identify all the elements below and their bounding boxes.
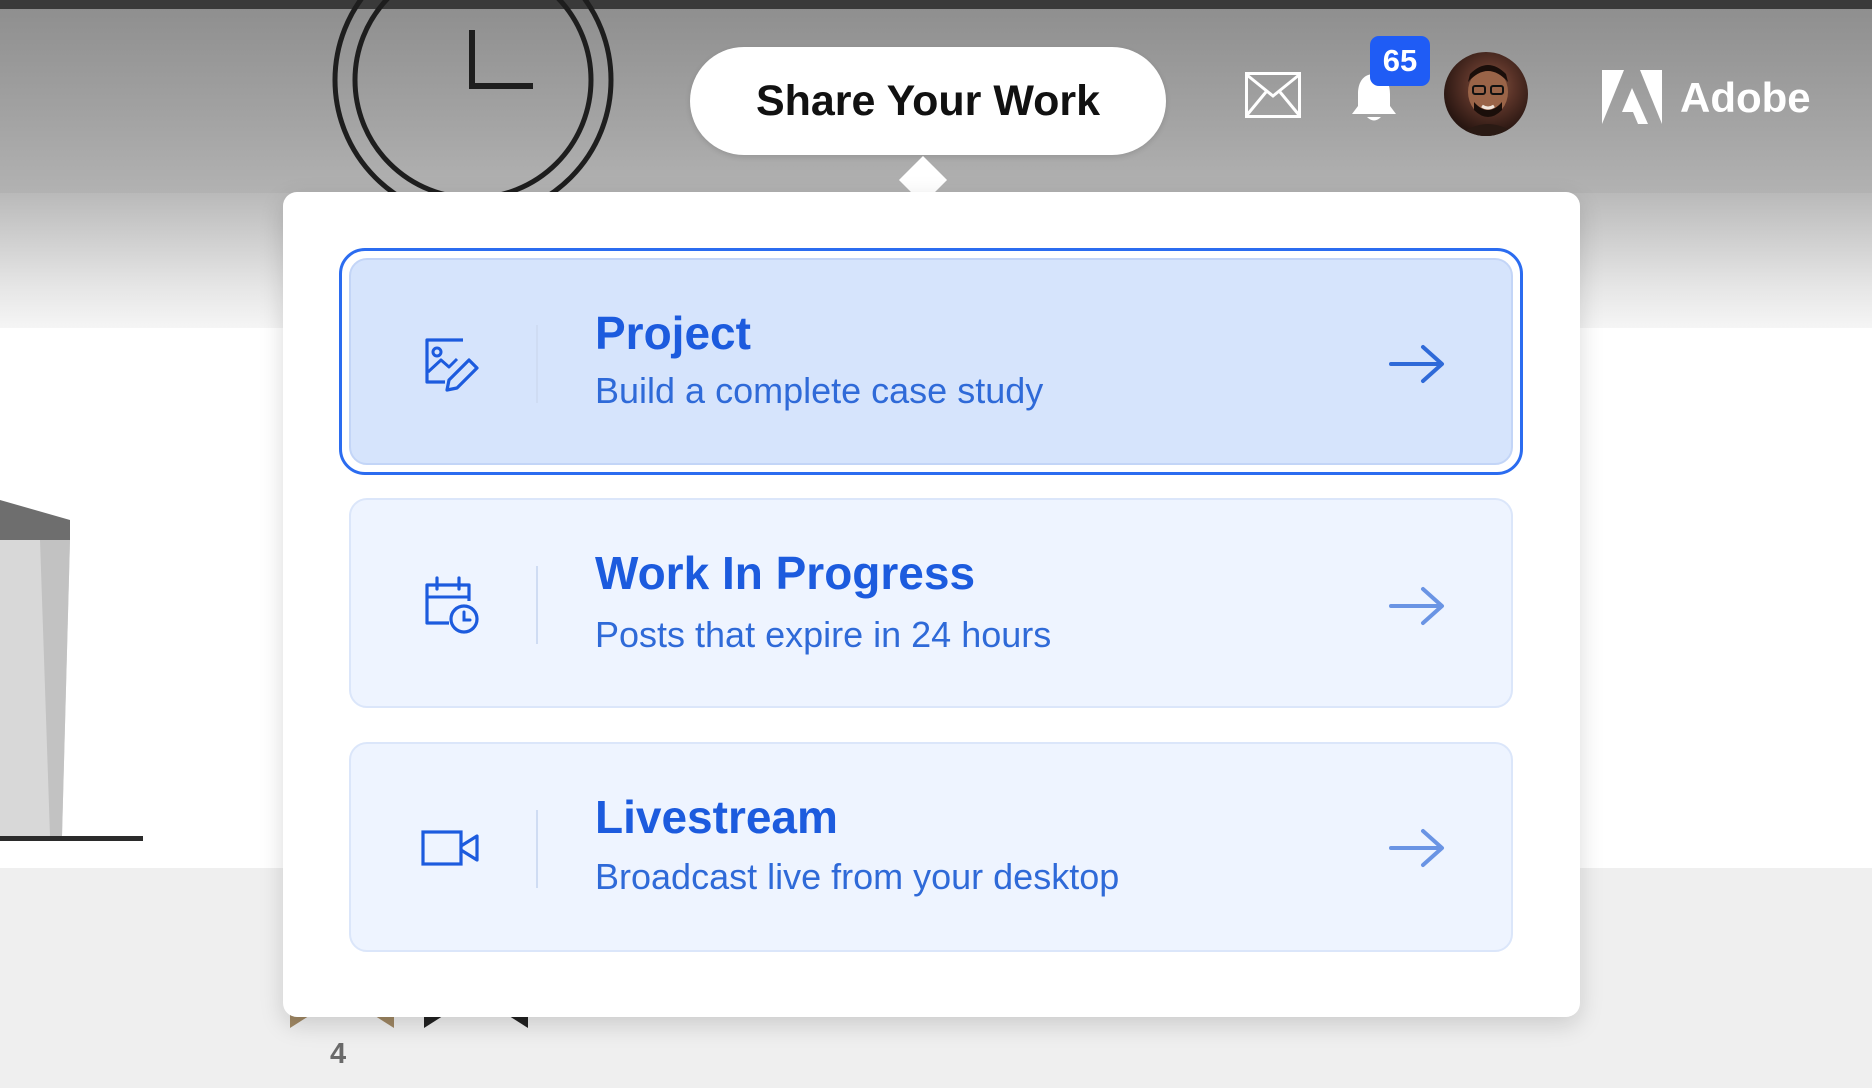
option-divider: [536, 566, 538, 644]
image-edit-icon: [425, 338, 479, 392]
avatar-face-icon: [1458, 65, 1518, 136]
arrow-right-icon: [1389, 587, 1444, 625]
option-divider: [536, 810, 538, 888]
notification-badge: 65: [1370, 36, 1430, 86]
arrow-right-icon: [1389, 829, 1444, 867]
top-strip: [0, 0, 1872, 9]
share-your-work-button[interactable]: Share Your Work: [690, 47, 1166, 155]
option-title: Livestream: [595, 791, 838, 843]
arrow-right-icon: [1389, 345, 1444, 383]
share-option-livestream[interactable]: Livestream Broadcast live from your desk…: [349, 742, 1513, 952]
background-shelf: [0, 836, 143, 841]
adobe-brand-label[interactable]: Adobe: [1680, 72, 1811, 124]
option-title: Project: [595, 307, 751, 359]
clock-illustration: [332, 0, 614, 200]
calendar-clock-icon: [425, 576, 479, 634]
background-count: 4: [330, 1038, 347, 1070]
share-option-work-in-progress[interactable]: Work In Progress Posts that expire in 24…: [349, 498, 1513, 708]
avatar[interactable]: [1444, 52, 1528, 136]
video-camera-icon: [421, 830, 479, 866]
option-divider: [536, 325, 538, 403]
option-subtitle: Broadcast live from your desktop: [595, 856, 1120, 897]
option-title: Work In Progress: [595, 547, 976, 599]
option-subtitle: Posts that expire in 24 hours: [595, 614, 1052, 655]
share-menu-dropdown: Project Build a complete case study Work…: [283, 192, 1580, 1017]
adobe-logo-icon[interactable]: [1602, 70, 1662, 124]
focus-ring: [339, 248, 1523, 475]
envelope-icon[interactable]: [1245, 72, 1301, 118]
background-object: [0, 500, 70, 836]
option-subtitle: Build a complete case study: [595, 370, 1044, 411]
share-option-project[interactable]: Project Build a complete case study: [339, 248, 1523, 475]
